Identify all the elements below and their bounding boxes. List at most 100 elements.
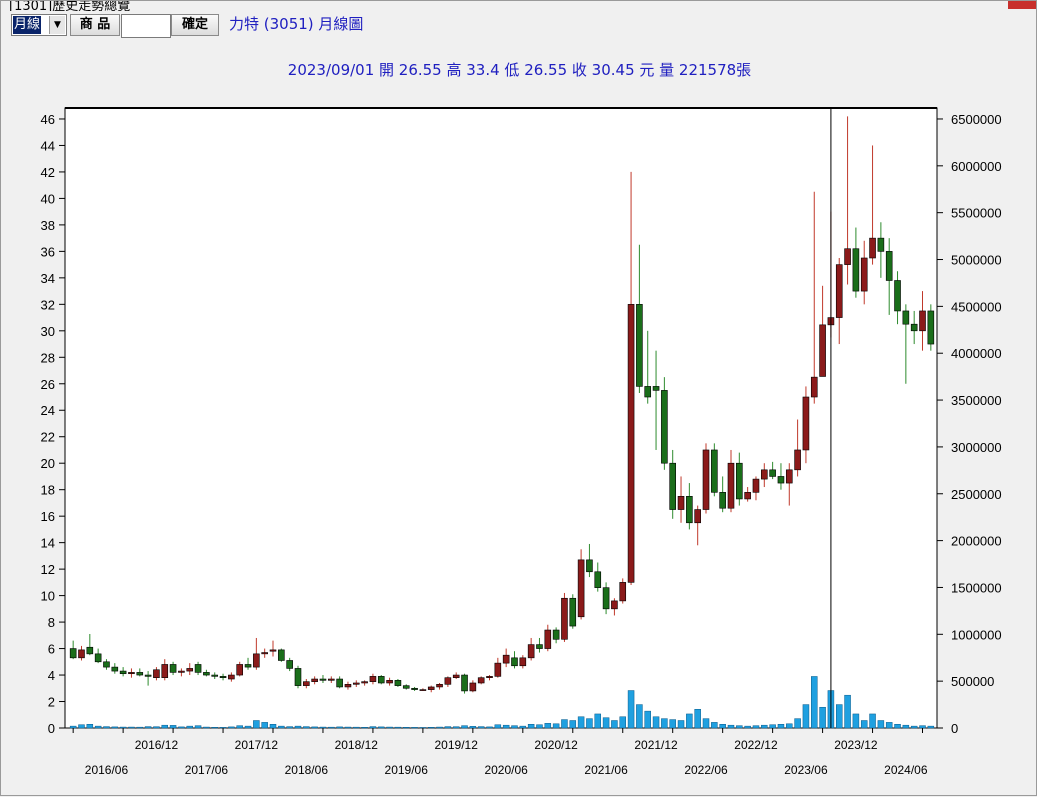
candle-body — [719, 492, 726, 509]
volume-bar — [594, 713, 602, 729]
candle-body — [169, 664, 177, 673]
x-label-top: 2019/12 — [435, 738, 479, 752]
candle-body — [228, 674, 235, 680]
y-right-tick-label: 5500000 — [951, 206, 1002, 221]
x-label-bottom: 2017/06 — [185, 763, 229, 777]
y-left-tick-label: 2 — [48, 695, 55, 710]
y-left-tick-label: 0 — [48, 721, 55, 736]
volume-bar — [94, 725, 102, 729]
volume-bar — [261, 722, 268, 729]
volume-bar — [536, 724, 543, 729]
volume-bar — [136, 726, 144, 729]
x-label-bottom: 2022/06 — [684, 763, 728, 777]
volume-bar — [153, 726, 160, 729]
volume-bar — [194, 725, 202, 729]
volume-bar — [702, 718, 710, 729]
candle-body — [436, 684, 443, 688]
volume-bar — [569, 720, 577, 729]
volume-bar — [627, 690, 635, 729]
candle-body — [494, 662, 502, 677]
y-right-tick-label: 3000000 — [951, 440, 1002, 455]
volume-bar — [711, 722, 718, 729]
candle-body — [577, 559, 585, 618]
volume-bar — [811, 676, 818, 729]
volume-bar — [69, 725, 77, 729]
volume-bar — [744, 725, 751, 729]
candle-body — [427, 686, 435, 690]
candle-body — [269, 649, 277, 652]
candle-body — [602, 587, 610, 610]
volume-bar — [619, 716, 626, 729]
candle-body — [785, 469, 793, 484]
volume-bar — [835, 704, 843, 729]
volume-bar — [686, 713, 693, 729]
volume-bar — [786, 723, 793, 729]
volume-bar — [111, 726, 119, 729]
x-label-bottom: 2023/06 — [784, 763, 828, 777]
y-left-tick-label: 14 — [41, 536, 55, 551]
candle-body — [727, 462, 735, 509]
y-right-tick-label: 5000000 — [951, 253, 1002, 268]
y-left-tick-label: 40 — [41, 191, 55, 206]
candle-body — [361, 681, 368, 684]
volume-bar — [636, 704, 643, 729]
candle-body — [586, 559, 593, 573]
volume-bar — [894, 724, 901, 729]
candle-body — [328, 678, 335, 681]
y-right-tick-label: 3500000 — [951, 393, 1002, 408]
candle-body — [236, 664, 243, 676]
candle-body — [444, 677, 452, 685]
volume-bar — [486, 726, 493, 729]
candle-body — [686, 496, 693, 524]
candle-body — [810, 376, 818, 398]
candle-body — [561, 597, 568, 640]
candle-body — [278, 649, 285, 661]
candle-body — [311, 678, 318, 682]
candle-body — [536, 644, 543, 649]
candle-body — [661, 390, 668, 464]
candle-body — [544, 629, 552, 649]
volume-bar — [253, 720, 260, 729]
y-left-tick-label: 28 — [41, 350, 55, 365]
candle-body — [702, 449, 710, 510]
volume-bar — [736, 725, 743, 729]
candle-body — [852, 248, 860, 292]
y-right-tick-label: 500000 — [951, 674, 994, 689]
volume-bar — [802, 704, 810, 729]
x-label-bottom: 2021/06 — [584, 763, 628, 777]
volume-bar — [852, 713, 860, 729]
x-label-bottom: 2020/06 — [484, 763, 528, 777]
volume-bar — [927, 725, 935, 729]
candle-body — [103, 661, 110, 668]
candle-body — [186, 668, 194, 672]
x-label-top: 2021/12 — [634, 738, 678, 752]
candle-body — [336, 678, 343, 688]
volume-bar — [694, 709, 701, 729]
volume-bar — [794, 718, 801, 729]
candle-body — [752, 478, 760, 493]
candle-body — [111, 666, 119, 672]
y-right-tick-label: 0 — [951, 721, 958, 736]
volume-bar — [677, 720, 685, 729]
volume-bar — [311, 726, 318, 729]
volume-bar — [577, 716, 585, 729]
y-left-tick-label: 18 — [41, 483, 55, 498]
candle-body — [919, 310, 926, 332]
volume-bar — [269, 724, 277, 729]
volume-bar — [303, 726, 310, 729]
volume-bar — [186, 725, 193, 729]
volume-bar — [444, 726, 452, 729]
volume-bar — [144, 726, 152, 729]
candle-body — [869, 237, 876, 259]
volume-bar — [819, 706, 826, 729]
y-left-tick-label: 16 — [41, 509, 55, 524]
y-left-tick-label: 6 — [48, 642, 55, 657]
volume-bar — [452, 726, 460, 729]
candle-body — [394, 680, 402, 686]
volume-bar — [869, 713, 876, 729]
volume-bar — [469, 726, 477, 729]
volume-bar — [203, 726, 210, 729]
y-right-tick-label: 2000000 — [951, 534, 1002, 549]
candle-body — [885, 251, 893, 281]
candlestick-chart[interactable]: 0246810121416182022242628303234363840424… — [1, 1, 1037, 797]
